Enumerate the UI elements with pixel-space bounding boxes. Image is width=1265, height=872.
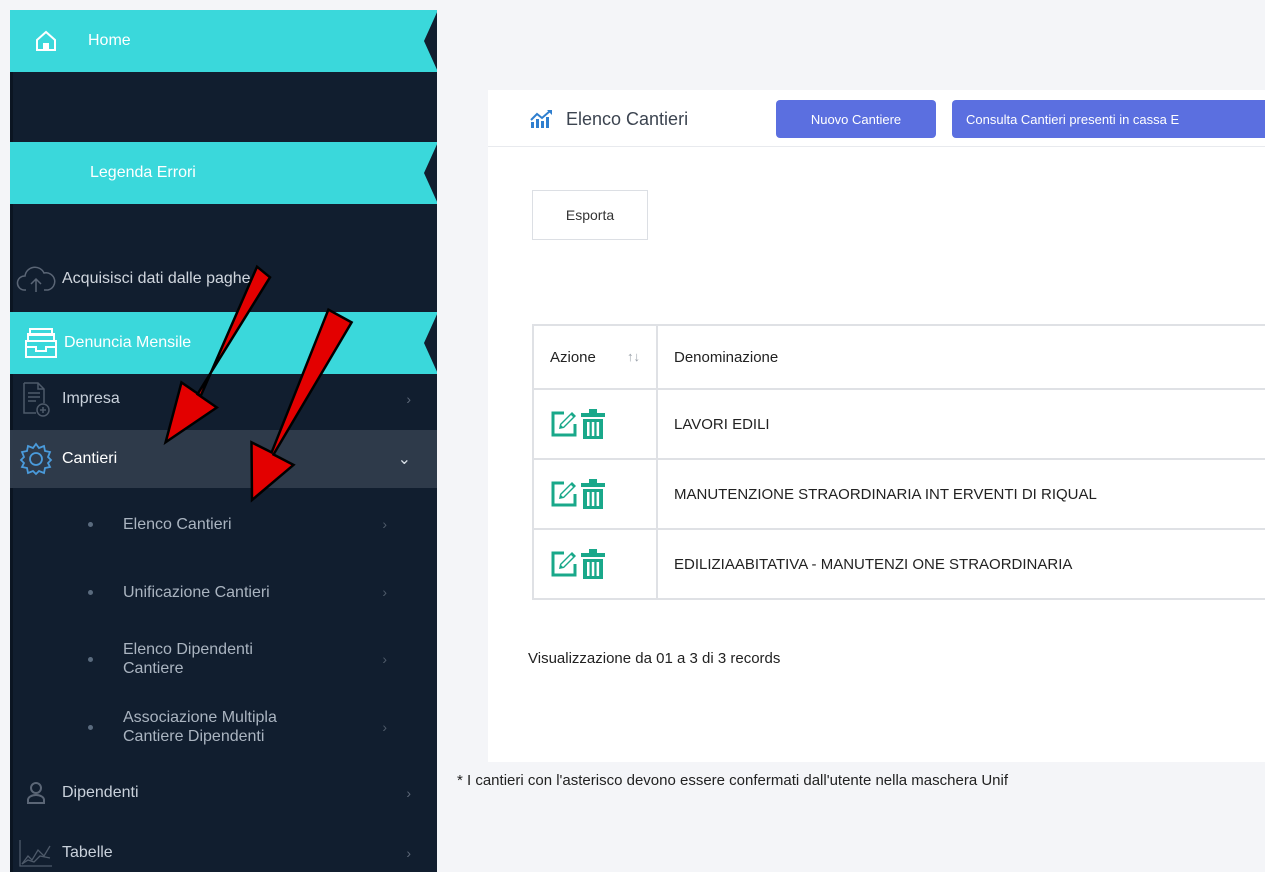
sidebar-item-denuncia-mensile[interactable]: Denuncia Mensile (10, 312, 424, 374)
sidebar-subitem-elenco-cantieri[interactable]: Elenco Cantieri › (10, 500, 437, 548)
label-line-1: Elenco Dipendenti (123, 641, 253, 658)
sidebar-subitem-label: Associazione Multipla Cantiere Dipendent… (123, 708, 277, 746)
chevron-right-icon: › (406, 391, 411, 407)
bullet-icon (88, 724, 93, 730)
sidebar-item-label: Tabelle (62, 844, 113, 861)
records-info: Visualizzazione da 01 a 3 di 3 records (528, 650, 781, 667)
cell-denominazione: EDILIZIAABITATIVA - MANUTENZI ONE STRAOR… (656, 528, 1265, 600)
trash-icon[interactable] (580, 549, 606, 579)
line-chart-icon (530, 109, 566, 129)
sidebar-item-label: Acquisisci dati dalle paghe (62, 270, 251, 287)
sidebar-item-impresa[interactable]: Impresa › (10, 370, 437, 428)
sidebar-item-label: Cantieri (62, 450, 118, 467)
chevron-right-icon: › (382, 719, 387, 735)
column-header-label: Denominazione (674, 348, 779, 366)
label-line-2: Cantiere (123, 660, 184, 677)
label-line-2: Cantiere Dipendenti (123, 728, 265, 745)
sidebar-subitem-elenco-dipendenti-cantiere[interactable]: Elenco Dipendenti Cantiere › (10, 634, 437, 684)
chevron-right-icon: › (406, 845, 411, 861)
footnote: * I cantieri con l'asterisco devono esse… (457, 772, 1009, 789)
column-header-denominazione[interactable]: Denominazione (656, 324, 1265, 390)
chart-area-icon (10, 838, 62, 868)
sidebar-item-legenda-errori[interactable]: Legenda Errori (10, 142, 424, 204)
row-actions (532, 458, 658, 530)
page-title: Elenco Cantieri (530, 90, 688, 148)
sidebar: Home Legenda Errori Acquisisci dati dall… (10, 10, 437, 872)
table-row: EDILIZIAABITATIVA - MANUTENZI ONE STRAOR… (532, 528, 1265, 600)
cloud-upload-icon (10, 264, 62, 294)
edit-icon[interactable] (550, 410, 578, 438)
cell-denominazione: MANUTENZIONE STRAORDINARIA INT ERVENTI D… (656, 458, 1265, 530)
sidebar-item-label: Denuncia Mensile (64, 334, 192, 351)
trash-icon[interactable] (580, 409, 606, 439)
trash-icon[interactable] (580, 479, 606, 509)
chevron-right-icon: › (382, 584, 387, 600)
sidebar-item-label: Legenda Errori (90, 164, 196, 181)
sidebar-subitem-unificazione-cantieri[interactable]: Unificazione Cantieri › (10, 568, 437, 616)
bullet-icon (88, 521, 93, 527)
sort-icon[interactable]: ↑↓ (627, 349, 640, 364)
column-header-azione[interactable]: Azione ↑↓ (532, 324, 658, 390)
nuovo-cantiere-button[interactable]: Nuovo Cantiere (776, 100, 936, 138)
chevron-right-icon: › (406, 785, 411, 801)
user-icon (10, 781, 62, 805)
gear-icon (10, 441, 62, 477)
bullet-icon (88, 589, 93, 595)
sidebar-item-tabelle[interactable]: Tabelle › (10, 824, 437, 872)
sidebar-subitem-label: Elenco Cantieri (123, 515, 232, 533)
column-header-label: Azione (550, 348, 596, 366)
sidebar-item-label: Dipendenti (62, 784, 139, 801)
row-actions (532, 528, 658, 600)
table-row: MANUTENZIONE STRAORDINARIA INT ERVENTI D… (532, 458, 1265, 530)
table-row: LAVORI EDILI (532, 388, 1265, 460)
inbox-tray-icon (24, 326, 58, 360)
chevron-right-icon: › (382, 651, 387, 667)
sidebar-subitem-label: Elenco Dipendenti Cantiere (123, 640, 253, 678)
card-header: Elenco Cantieri Nuovo Cantiere Consulta … (488, 90, 1265, 147)
table-header-row: Azione ↑↓ Denominazione (532, 324, 1265, 390)
cell-denominazione: LAVORI EDILI (656, 388, 1265, 460)
cantieri-table: Azione ↑↓ Denominazione LAVORI EDILI MAN… (532, 324, 1265, 600)
document-add-icon (10, 381, 62, 417)
chevron-right-icon: › (382, 516, 387, 532)
sidebar-item-label: Impresa (62, 390, 120, 407)
cantieri-card: Elenco Cantieri Nuovo Cantiere Consulta … (488, 90, 1265, 762)
label-line-1: Associazione Multipla (123, 709, 277, 726)
sidebar-item-label: Home (88, 32, 131, 49)
chevron-down-icon: ⌄ (397, 451, 411, 468)
sidebar-subitem-associazione-multipla[interactable]: Associazione Multipla Cantiere Dipendent… (10, 702, 437, 752)
sidebar-item-cantieri[interactable]: Cantieri ⌄ (10, 430, 437, 488)
esporta-button[interactable]: Esporta (532, 190, 648, 240)
sidebar-item-home[interactable]: Home (10, 10, 424, 72)
consulta-cantieri-button[interactable]: Consulta Cantieri presenti in cassa E (952, 100, 1265, 138)
sidebar-subitem-label: Unificazione Cantieri (123, 583, 270, 601)
edit-icon[interactable] (550, 550, 578, 578)
home-icon (34, 29, 58, 53)
page-title-text: Elenco Cantieri (566, 108, 689, 129)
sidebar-item-acquisisci[interactable]: Acquisisci dati dalle paghe (10, 250, 437, 308)
bullet-icon (88, 656, 93, 662)
edit-icon[interactable] (550, 480, 578, 508)
row-actions (532, 388, 658, 460)
sidebar-item-dipendenti[interactable]: Dipendenti › (10, 764, 437, 822)
